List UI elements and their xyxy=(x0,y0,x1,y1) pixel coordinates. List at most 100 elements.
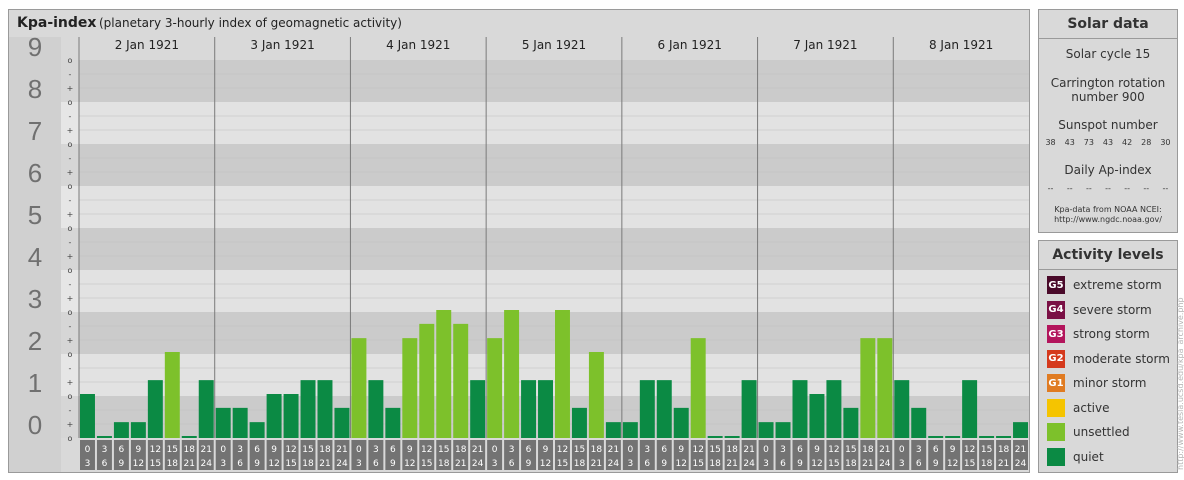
kp-bar xyxy=(249,422,265,438)
interval-start-label: 9 xyxy=(271,445,277,455)
data-source-label: Kpa-data from NOAA NCEI: xyxy=(1054,205,1162,214)
interval-start-label: 0 xyxy=(492,445,498,455)
minor-tick-band xyxy=(61,354,79,396)
interval-end-label: 6 xyxy=(509,459,515,469)
interval-end-label: 18 xyxy=(709,459,721,469)
interval-start-label: 3 xyxy=(237,445,243,455)
interval-start-label: 21 xyxy=(201,445,212,455)
kp-bar xyxy=(164,352,180,438)
kp-bar xyxy=(334,407,350,438)
carrington-rotation-label: Carrington rotation xyxy=(1050,76,1166,90)
minor-tick-symbol: + xyxy=(67,336,74,345)
interval-end-label: 12 xyxy=(268,459,279,469)
interval-start-label: 18 xyxy=(998,445,1010,455)
legend-item: G4 severe storm xyxy=(1047,300,1152,320)
legend-item: unsettled xyxy=(1047,422,1130,442)
interval-start-label: 9 xyxy=(543,445,549,455)
interval-end-label: 12 xyxy=(947,459,958,469)
y-tick-label: 9 xyxy=(28,37,42,62)
kp-bar xyxy=(860,338,876,438)
interval-start-label: 21 xyxy=(472,445,483,455)
kp-bar xyxy=(419,323,435,438)
minor-tick-symbol: o xyxy=(68,266,73,275)
interval-start-label: 12 xyxy=(150,445,161,455)
interval-start-label: 15 xyxy=(438,445,449,455)
interval-start-label: 9 xyxy=(950,445,956,455)
sunspot-value: 42 xyxy=(1122,138,1133,147)
minor-tick-symbol: - xyxy=(69,364,72,373)
kp-bar xyxy=(555,310,570,438)
kp-bar xyxy=(215,407,231,438)
chart-title-bar: Kpa-index (planetary 3-hourly index of g… xyxy=(9,10,1029,36)
interval-start-label: 3 xyxy=(644,445,650,455)
kp-bar xyxy=(622,422,638,438)
interval-end-label: 15 xyxy=(692,459,703,469)
kp-bar xyxy=(317,380,333,438)
minor-tick-symbol: o xyxy=(68,308,73,317)
kp-bar xyxy=(1013,422,1028,438)
kp-bar xyxy=(792,380,808,438)
sunspot-values: 38 43 73 43 42 28 30 xyxy=(1041,138,1175,147)
interval-end-label: 18 xyxy=(167,459,179,469)
day-label: 5 Jan 1921 xyxy=(522,38,586,52)
kp-bar xyxy=(538,380,553,438)
daily-ap-value: -- xyxy=(1124,184,1131,193)
sunspot-value: 28 xyxy=(1141,138,1152,147)
kp-bar xyxy=(690,338,706,438)
carrington-rotation-number: number 900 xyxy=(1071,90,1145,104)
minor-tick-symbol: o xyxy=(68,140,73,149)
kp-bar xyxy=(232,407,248,438)
interval-start-label: 3 xyxy=(780,445,786,455)
interval-start-label: 18 xyxy=(591,445,603,455)
minor-tick-band xyxy=(61,396,79,438)
minor-tick-symbol: + xyxy=(67,294,74,303)
daily-ap-label: Daily Ap-index xyxy=(1064,163,1152,177)
kp-bar xyxy=(996,436,1012,438)
kp-bar xyxy=(80,394,95,438)
minor-tick-band xyxy=(61,60,79,102)
interval-end-label: 24 xyxy=(743,459,755,469)
interval-end-label: 24 xyxy=(608,459,620,469)
kp-bar xyxy=(266,394,282,438)
interval-end-label: 21 xyxy=(184,459,195,469)
minor-tick-symbol: + xyxy=(67,252,74,261)
interval-start-label: 21 xyxy=(879,445,890,455)
solar-data-heading: Solar data xyxy=(1039,10,1177,39)
interval-end-label: 6 xyxy=(780,459,786,469)
interval-start-label: 3 xyxy=(916,445,922,455)
legend-swatch: G4 xyxy=(1047,300,1065,319)
grid-band xyxy=(79,270,1029,312)
y-tick-label: 6 xyxy=(28,158,42,188)
minor-tick-symbol: o xyxy=(68,350,73,359)
legend-label: active xyxy=(1073,400,1110,415)
interval-end-label: 6 xyxy=(644,459,650,469)
day-label: 6 Jan 1921 xyxy=(658,38,722,52)
interval-start-label: 18 xyxy=(726,445,738,455)
minor-tick-symbol: + xyxy=(67,126,74,135)
legend-swatch: G1 xyxy=(1047,374,1065,392)
interval-end-label: 21 xyxy=(862,459,873,469)
minor-tick-symbol: - xyxy=(69,196,72,205)
kp-bar xyxy=(962,380,978,438)
legend-label: extreme storm xyxy=(1073,278,1162,292)
interval-start-label: 6 xyxy=(661,445,667,455)
interval-start-label: 0 xyxy=(85,445,91,455)
interval-end-label: 9 xyxy=(661,459,667,469)
interval-start-label: 6 xyxy=(254,445,260,455)
legend-label: strong storm xyxy=(1073,327,1150,341)
daily-ap-value: -- xyxy=(1143,184,1150,193)
grid-band xyxy=(79,228,1029,270)
day-label: 7 Jan 1921 xyxy=(793,38,857,52)
kp-bar xyxy=(198,380,214,438)
legend-item: quiet xyxy=(1047,447,1104,467)
minor-tick-symbol: o xyxy=(68,392,73,401)
daily-ap-value: -- xyxy=(1085,184,1092,193)
interval-end-label: 18 xyxy=(574,459,586,469)
interval-end-label: 18 xyxy=(302,459,314,469)
legend-swatch xyxy=(1047,398,1065,417)
interval-start-label: 9 xyxy=(136,445,142,455)
minor-tick-symbol: - xyxy=(69,154,72,163)
sunspot-value: 38 xyxy=(1045,138,1056,147)
kp-bar xyxy=(809,394,825,438)
interval-end-label: 21 xyxy=(591,459,602,469)
